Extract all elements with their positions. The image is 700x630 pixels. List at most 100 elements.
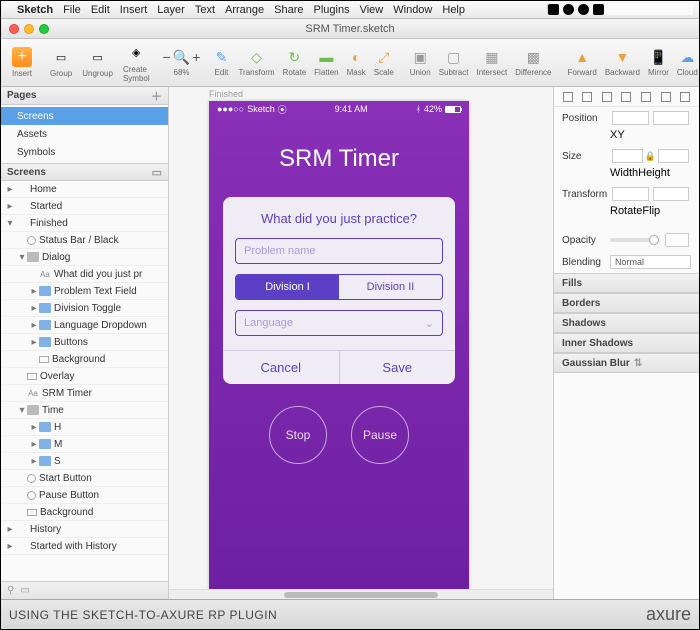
menu-view[interactable]: View xyxy=(360,4,384,16)
blending-select[interactable]: Normal xyxy=(610,255,691,269)
layer-row[interactable]: ▸History xyxy=(1,521,168,538)
toolbar-forward[interactable]: ▲Forward xyxy=(564,46,601,79)
toolbar-insert[interactable]: +Insert xyxy=(7,45,37,80)
fills-section[interactable]: Fills xyxy=(554,273,699,293)
canvas[interactable]: Finished ●●●○○Sketch⦿ 9:41 AM ᚼ42% SRM T… xyxy=(169,87,553,599)
mock-pause-button[interactable]: Pause xyxy=(351,406,409,464)
height-field[interactable] xyxy=(658,149,689,163)
disclosure-icon[interactable]: ▸ xyxy=(29,303,39,314)
disclosure-icon[interactable]: ▸ xyxy=(5,541,15,552)
gaussian-blur-section[interactable]: Gaussian Blur⇅ xyxy=(554,353,699,373)
toolbar-mirror[interactable]: 📱Mirror xyxy=(644,46,673,79)
toolbar-transform[interactable]: ◇Transform xyxy=(234,46,278,79)
layer-row[interactable]: ▾Finished xyxy=(1,215,168,232)
layer-row[interactable]: Pause Button xyxy=(1,487,168,504)
screens-options-icon[interactable]: ▭ xyxy=(152,166,162,179)
menu-text[interactable]: Text xyxy=(195,4,215,16)
disclosure-icon[interactable]: ▸ xyxy=(29,456,39,467)
mock-cancel-button[interactable]: Cancel xyxy=(223,351,340,384)
mock-division-toggle[interactable]: Division I Division II xyxy=(235,274,443,300)
rotate-field[interactable] xyxy=(612,187,649,201)
close-window-button[interactable] xyxy=(9,24,19,34)
toolbar-zoom[interactable]: −🔍+68% xyxy=(163,49,201,77)
add-page-button[interactable]: ＋ xyxy=(151,88,162,104)
layer-row[interactable]: ▸S xyxy=(1,453,168,470)
artboard-finished[interactable]: ●●●○○Sketch⦿ 9:41 AM ᚼ42% SRM Timer What… xyxy=(209,101,469,599)
menu-help[interactable]: Help xyxy=(442,4,465,16)
layer-row[interactable]: ▾Dialog xyxy=(1,249,168,266)
toolbar-create-symbol[interactable]: ◈Create Symbol xyxy=(118,41,155,85)
toolbar-cloud[interactable]: ☁Cloud xyxy=(673,46,700,79)
artboard-label[interactable]: Finished xyxy=(209,89,243,99)
layer-row[interactable]: Background xyxy=(1,351,168,368)
x-field[interactable] xyxy=(612,111,649,125)
layer-row[interactable]: Background xyxy=(1,504,168,521)
y-field[interactable] xyxy=(653,111,690,125)
disclosure-icon[interactable]: ▸ xyxy=(5,201,15,212)
toolbar-difference[interactable]: ▩Difference xyxy=(511,46,555,79)
layer-row[interactable]: ▸M xyxy=(1,436,168,453)
layer-row[interactable]: ▸Division Toggle xyxy=(1,300,168,317)
mock-save-button[interactable]: Save xyxy=(340,351,456,384)
layer-row[interactable]: Start Button xyxy=(1,470,168,487)
toolbar-union[interactable]: ▣Union xyxy=(406,46,435,79)
disclosure-icon[interactable]: ▾ xyxy=(5,218,15,229)
toolbar-group[interactable]: ▭Group xyxy=(45,45,77,80)
layer-row[interactable]: AaSRM Timer xyxy=(1,385,168,402)
menu-file[interactable]: File xyxy=(63,4,81,16)
mock-div1[interactable]: Division I xyxy=(236,275,339,299)
disclosure-icon[interactable]: ▾ xyxy=(17,405,27,416)
mock-div2[interactable]: Division II xyxy=(339,275,442,299)
minimize-window-button[interactable] xyxy=(24,24,34,34)
layer-row[interactable]: ▸Home xyxy=(1,181,168,198)
toolbar-ungroup[interactable]: ▭Ungroup xyxy=(77,45,118,80)
menu-plugins[interactable]: Plugins xyxy=(314,4,350,16)
toolbar-intersect[interactable]: ▦Intersect xyxy=(472,46,511,79)
menu-arrange[interactable]: Arrange xyxy=(225,4,264,16)
layer-row[interactable]: ▸Language Dropdown xyxy=(1,317,168,334)
layer-row[interactable]: ▾Time xyxy=(1,402,168,419)
disclosure-icon[interactable]: ▸ xyxy=(5,524,15,535)
layer-row[interactable]: Status Bar / Black xyxy=(1,232,168,249)
toolbar-scale[interactable]: ⤢Scale xyxy=(370,46,398,79)
disclosure-icon[interactable]: ▸ xyxy=(29,422,39,433)
filter-icon[interactable]: ⚲ xyxy=(7,585,14,596)
zoom-window-button[interactable] xyxy=(39,24,49,34)
mock-problem-input[interactable]: Problem name xyxy=(235,238,443,264)
layer-row[interactable]: Overlay xyxy=(1,368,168,385)
menu-insert[interactable]: Insert xyxy=(120,4,148,16)
filter-icon-2[interactable]: ▭ xyxy=(20,585,29,596)
toolbar-mask[interactable]: ◐Mask xyxy=(343,46,370,79)
disclosure-icon[interactable]: ▸ xyxy=(29,320,39,331)
borders-section[interactable]: Borders xyxy=(554,293,699,313)
layer-row[interactable]: ▸Buttons xyxy=(1,334,168,351)
lock-icon[interactable]: 🔒 xyxy=(645,151,656,162)
menu-layer[interactable]: Layer xyxy=(157,4,185,16)
page-item-assets[interactable]: Assets xyxy=(1,125,168,143)
width-field[interactable] xyxy=(612,149,643,163)
toolbar-backward[interactable]: ▼Backward xyxy=(601,46,644,79)
toolbar-subtract[interactable]: ▢Subtract xyxy=(435,46,473,79)
layer-row[interactable]: ▸Started with History xyxy=(1,538,168,555)
page-item-symbols[interactable]: Symbols xyxy=(1,143,168,161)
canvas-scrollbar-h[interactable] xyxy=(169,589,553,599)
disclosure-icon[interactable]: ▸ xyxy=(29,337,39,348)
menu-edit[interactable]: Edit xyxy=(91,4,110,16)
menu-share[interactable]: Share xyxy=(274,4,303,16)
menu-app[interactable]: Sketch xyxy=(17,4,53,16)
opacity-field[interactable] xyxy=(665,233,689,247)
toolbar-flatten[interactable]: ▬Flatten xyxy=(310,46,342,79)
toolbar-edit[interactable]: ✎Edit xyxy=(208,46,234,79)
disclosure-icon[interactable]: ▾ xyxy=(17,252,27,263)
layer-row[interactable]: AaWhat did you just pr xyxy=(1,266,168,283)
page-item-screens[interactable]: Screens xyxy=(1,107,168,125)
mock-stop-button[interactable]: Stop xyxy=(269,406,327,464)
opacity-slider[interactable] xyxy=(610,238,659,242)
mock-language-select[interactable]: Language⌄ xyxy=(235,310,443,336)
shadows-section[interactable]: Shadows xyxy=(554,313,699,333)
inner-shadows-section[interactable]: Inner Shadows xyxy=(554,333,699,353)
disclosure-icon[interactable]: ▸ xyxy=(29,439,39,450)
menu-window[interactable]: Window xyxy=(393,4,432,16)
layer-row[interactable]: ▸Started xyxy=(1,198,168,215)
disclosure-icon[interactable]: ▸ xyxy=(5,184,15,195)
